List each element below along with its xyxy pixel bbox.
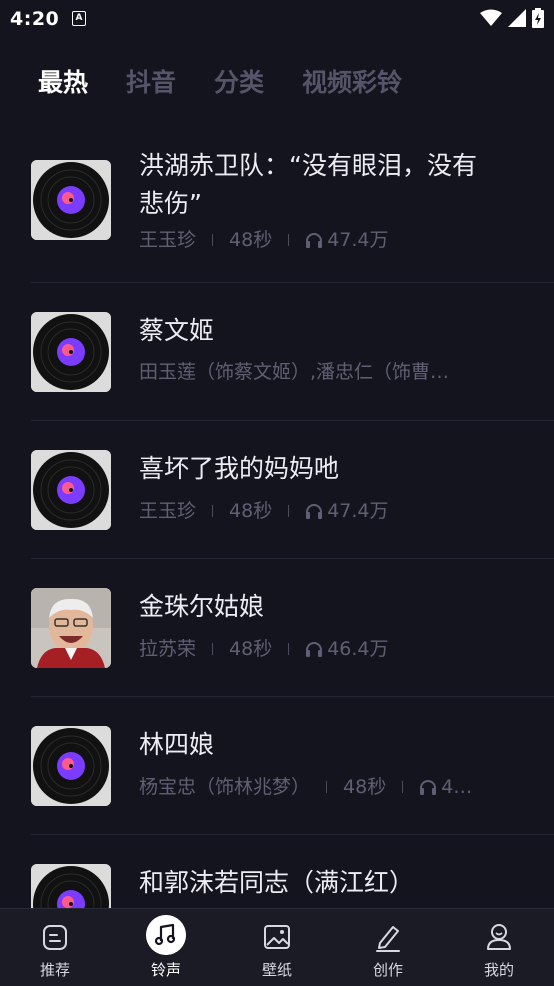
- ringtone-meta: 王玉珍 48秒 47.4万: [139, 227, 499, 253]
- headphones-icon: [306, 642, 323, 657]
- ringtone-artist: 田玉莲（饰蔡文姬）,潘忠仁（饰曹…: [139, 361, 450, 383]
- tab-hot[interactable]: 最热: [38, 66, 88, 106]
- ringtone-duration: 48秒: [343, 776, 387, 798]
- ringtone-artist: 王玉珍: [139, 229, 197, 251]
- divider: [288, 234, 290, 246]
- ringtone-duration: 48秒: [229, 638, 273, 660]
- ringtone-title: 金珠尔姑娘: [139, 592, 265, 621]
- music-note-icon: [146, 915, 186, 955]
- nav-label: 我的: [483, 961, 514, 979]
- status-time: 4:20: [10, 8, 60, 30]
- vinyl-disc-icon: [31, 726, 111, 806]
- ringtone-title: 和郭沫若同志（满江红）: [139, 868, 415, 897]
- nav-create[interactable]: 创作: [333, 909, 443, 986]
- headphones-icon: [306, 504, 323, 519]
- ringtone-duration: 48秒: [229, 229, 273, 251]
- divider: [288, 505, 290, 517]
- ringtone-meta: 拉苏荣 48秒 46.4万: [139, 636, 499, 662]
- nav-recommend[interactable]: 推荐: [0, 909, 110, 986]
- nav-label: 推荐: [39, 961, 70, 979]
- ringtone-artist: 王玉珍: [139, 500, 197, 522]
- vinyl-disc-icon: [31, 450, 111, 530]
- headphones-icon: [306, 233, 323, 248]
- battery-icon: [532, 8, 544, 28]
- nav-label: 铃声: [150, 961, 181, 979]
- nav-mine[interactable]: 我的: [444, 909, 554, 986]
- list-item[interactable]: 金珠尔姑娘 拉苏荣 48秒 46.4万: [0, 559, 554, 697]
- ringtone-artist: 杨宝忠（饰林兆梦）: [139, 776, 311, 798]
- divider: [326, 781, 328, 793]
- pencil-icon: [376, 926, 400, 952]
- ringtone-meta: 王玉珍 48秒 47.4万: [139, 498, 499, 524]
- divider: [402, 781, 404, 793]
- status-icons: [480, 8, 544, 28]
- image-icon: [264, 925, 290, 949]
- ringtone-plays: 4…: [441, 776, 473, 798]
- ringtone-meta: 杨宝忠（饰林兆梦） 48秒 4…: [139, 774, 499, 800]
- ringtone-title: 洪湖赤卫队：“没有眼泪，没有悲伤”: [139, 151, 477, 218]
- bottom-nav: 推荐 铃声 壁纸 创作 我的: [0, 908, 554, 986]
- profile-icon: [487, 924, 511, 950]
- list-item[interactable]: 林四娘 杨宝忠（饰林兆梦） 48秒 4…: [0, 697, 554, 835]
- signal-icon: [508, 9, 526, 27]
- category-tabs: 最热 抖音 分类 视频彩铃: [38, 66, 440, 106]
- list-item[interactable]: 洪湖赤卫队：“没有眼泪，没有悲伤” 王玉珍 48秒 47.4万: [0, 126, 554, 283]
- wifi-icon: [480, 9, 502, 26]
- divider: [212, 234, 214, 246]
- vinyl-disc-icon: [31, 864, 111, 908]
- divider: [212, 505, 214, 517]
- vinyl-disc-icon: [31, 312, 111, 392]
- ringtone-title: 蔡文姬: [139, 316, 215, 345]
- artist-photo: [31, 588, 111, 668]
- ringtone-meta: 田玉莲（饰蔡文姬）,潘忠仁（饰曹…: [139, 359, 499, 385]
- ringtone-duration: 48秒: [229, 500, 273, 522]
- ringtone-plays: 46.4万: [327, 638, 389, 660]
- divider: [212, 643, 214, 655]
- tab-category[interactable]: 分类: [214, 66, 264, 106]
- status-bar: 4:20 A: [0, 0, 554, 38]
- ringtone-title: 林四娘: [139, 730, 215, 759]
- list-item[interactable]: 蔡文姬 田玉莲（饰蔡文姬）,潘忠仁（饰曹…: [0, 283, 554, 421]
- headphones-icon: [420, 780, 437, 795]
- nav-label: 壁纸: [261, 961, 292, 979]
- nav-wallpaper[interactable]: 壁纸: [222, 909, 332, 986]
- vinyl-disc-icon: [31, 160, 111, 240]
- ringtone-plays: 47.4万: [327, 500, 389, 522]
- tab-douyin[interactable]: 抖音: [126, 66, 176, 106]
- list-item[interactable]: 和郭沫若同志（满江红）: [0, 835, 554, 908]
- nav-label: 创作: [372, 961, 403, 979]
- tab-video-ringtone[interactable]: 视频彩铃: [302, 66, 402, 106]
- nav-ringtone[interactable]: 铃声: [111, 909, 221, 986]
- ringtone-plays: 47.4万: [327, 229, 389, 251]
- ringtone-artist: 拉苏荣: [139, 638, 197, 660]
- home-icon: [43, 925, 67, 950]
- ringtone-title: 喜坏了我的妈妈吔: [139, 454, 340, 483]
- list-item[interactable]: 喜坏了我的妈妈吔 王玉珍 48秒 47.4万: [0, 421, 554, 559]
- app-notification-icon: A: [72, 11, 86, 26]
- divider: [288, 643, 290, 655]
